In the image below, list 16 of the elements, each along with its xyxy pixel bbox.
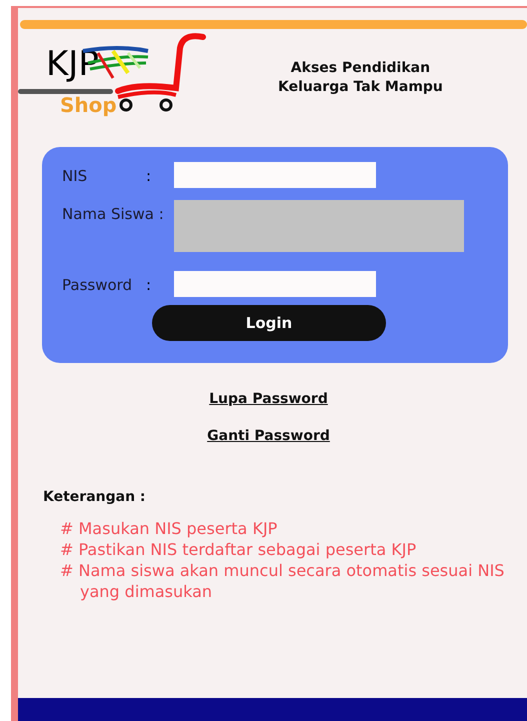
password-input-field[interactable] [174,271,376,297]
text-link[interactable]: Ganti Password [207,426,330,447]
notes-title: Keterangan : [43,488,147,507]
field-label: Password [62,276,132,294]
text-link[interactable]: Lupa Password [209,389,328,410]
login-button[interactable]: Login [152,305,386,341]
field-separator: : [146,167,152,185]
note-text: # Nama siswa akan muncul secara otomatis sesuai NIS yang dimasukan [60,560,506,602]
field-label: NIS [62,167,88,185]
header-title: Akses Pendidikan Keluarga Tak Mampu [278,59,443,97]
note-text: # Masukan NIS peserta KJP [60,518,278,539]
field-label: Nama Siswa : [62,205,164,223]
logo-subtitle: Shop [60,95,117,115]
note-text: # Pastikan NIS terdaftar sebagai peserta KJP [60,539,418,560]
nis-input-field[interactable] [174,162,376,188]
field-separator: : [146,276,152,294]
